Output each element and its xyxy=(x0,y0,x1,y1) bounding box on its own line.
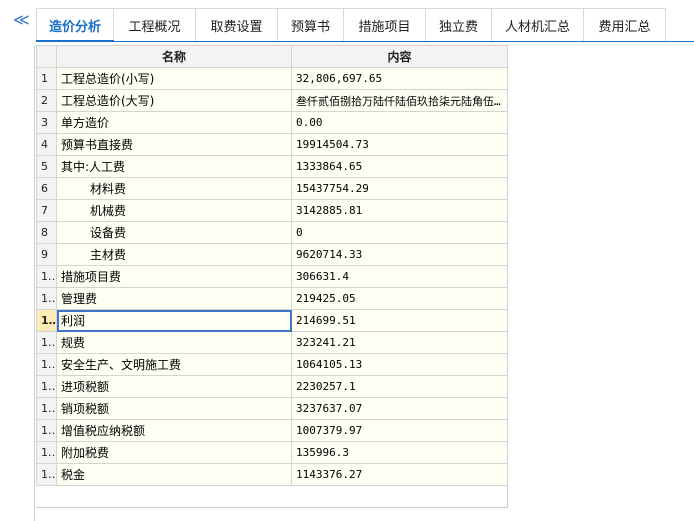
cell-value[interactable]: 0 xyxy=(291,221,508,244)
table-row[interactable]: 3 单方造价 0.00 xyxy=(36,111,508,134)
table-row[interactable]: 11 管理费 219425.05 xyxy=(36,287,508,310)
cell-name[interactable]: 税金 xyxy=(56,463,292,486)
cell-name[interactable]: 工程总造价(大写) xyxy=(56,89,292,112)
top-toolbar: ≪ 造价分析 工程概况 取费设置 预算书 措施项目 独立费 人材机汇总 费用汇总 xyxy=(0,0,694,44)
tab-cost-analysis[interactable]: 造价分析 xyxy=(36,8,114,42)
row-number[interactable]: 3 xyxy=(36,111,57,134)
table-row[interactable]: 4 预算书直接费 19914504.73 xyxy=(36,133,508,156)
row-number[interactable]: 19 xyxy=(36,463,57,486)
cell-value[interactable]: 19914504.73 xyxy=(291,133,508,156)
cell-value[interactable]: 306631.4 xyxy=(291,265,508,288)
cell-name[interactable]: 附加税费 xyxy=(56,441,292,464)
table-row[interactable]: 6 材料费 15437754.29 xyxy=(36,177,508,200)
panel-left-border xyxy=(34,45,35,521)
row-number[interactable]: 4 xyxy=(36,133,57,156)
cost-analysis-grid[interactable]: 名称 内容 1 工程总造价(小写) 32,806,697.65 2 工程总造价(大写) 叁… xyxy=(36,45,508,508)
tab-fee-settings[interactable]: 取费设置 xyxy=(196,8,278,42)
cell-value[interactable]: 15437754.29 xyxy=(291,177,508,200)
cell-value[interactable]: 9620714.33 xyxy=(291,243,508,266)
row-number[interactable]: 16 xyxy=(36,397,57,420)
tab-fee-summary[interactable]: 费用汇总 xyxy=(584,8,666,42)
cell-value[interactable]: 1143376.27 xyxy=(291,463,508,486)
table-row[interactable]: 2 工程总造价(大写) 叁仟贰佰捌拾万陆仟陆佰玖拾柒元陆角伍分 xyxy=(36,89,508,112)
table-row[interactable]: 13 规费 323241.21 xyxy=(36,331,508,354)
table-row[interactable]: 17 增值税应纳税额 1007379.97 xyxy=(36,419,508,442)
tab-labor-material-summary[interactable]: 人材机汇总 xyxy=(492,8,584,42)
table-row[interactable]: 10 措施项目费 306631.4 xyxy=(36,265,508,288)
cell-name[interactable]: 预算书直接费 xyxy=(56,133,292,156)
cell-name[interactable]: 管理费 xyxy=(56,287,292,310)
tab-project-overview[interactable]: 工程概况 xyxy=(114,8,196,42)
grid-body: 1 工程总造价(小写) 32,806,697.65 2 工程总造价(大写) 叁仟贰佰捌拾万… xyxy=(36,67,508,486)
cell-name[interactable]: 其中:人工费 xyxy=(56,155,292,178)
tab-independent-fee[interactable]: 独立费 xyxy=(426,8,492,42)
table-row[interactable]: 18 附加税费 135996.3 xyxy=(36,441,508,464)
table-row[interactable]: 5 其中:人工费 1333864.65 xyxy=(36,155,508,178)
table-row[interactable]: 15 进项税额 2230257.1 xyxy=(36,375,508,398)
table-row[interactable]: 1 工程总造价(小写) 32,806,697.65 xyxy=(36,67,508,90)
grid-table: 名称 内容 1 工程总造价(小写) 32,806,697.65 2 工程总造价(大写) 叁… xyxy=(36,45,508,486)
row-number[interactable]: 5 xyxy=(36,155,57,178)
cell-value[interactable]: 1333864.65 xyxy=(291,155,508,178)
cell-value[interactable]: 叁仟贰佰捌拾万陆仟陆佰玖拾柒元陆角伍分 xyxy=(291,89,508,112)
cell-value[interactable]: 3142885.81 xyxy=(291,199,508,222)
cell-name[interactable]: 措施项目费 xyxy=(56,265,292,288)
row-number[interactable]: 18 xyxy=(36,441,57,464)
table-row[interactable]: 8 设备费 0 xyxy=(36,221,508,244)
tab-baseline xyxy=(114,41,694,42)
cell-name[interactable]: 单方造价 xyxy=(56,111,292,134)
cell-value[interactable]: 2230257.1 xyxy=(291,375,508,398)
row-number[interactable]: 8 xyxy=(36,221,57,244)
row-number[interactable]: 9 xyxy=(36,243,57,266)
cell-name[interactable]: 材料费 xyxy=(56,177,292,200)
cell-value[interactable]: 0.00 xyxy=(291,111,508,134)
table-row[interactable]: 14 安全生产、文明施工费 1064105.13 xyxy=(36,353,508,376)
cell-value[interactable]: 135996.3 xyxy=(291,441,508,464)
column-header-value[interactable]: 内容 xyxy=(291,45,508,68)
row-number[interactable]: 10 xyxy=(36,265,57,288)
row-number-header xyxy=(36,45,57,68)
cell-name[interactable]: 工程总造价(小写) xyxy=(56,67,292,90)
cell-name[interactable]: 进项税额 xyxy=(56,375,292,398)
cell-value[interactable]: 323241.21 xyxy=(291,331,508,354)
cell-value[interactable]: 32,806,697.65 xyxy=(291,67,508,90)
row-number[interactable]: 2 xyxy=(36,89,57,112)
cell-name[interactable]: 设备费 xyxy=(56,221,292,244)
table-row[interactable]: 12 利润 214699.51 xyxy=(36,309,508,332)
grid-header-row: 名称 内容 xyxy=(36,45,508,68)
row-number[interactable]: 1 xyxy=(36,67,57,90)
row-number[interactable]: 7 xyxy=(36,199,57,222)
cell-name[interactable]: 销项税额 xyxy=(56,397,292,420)
row-number[interactable]: 14 xyxy=(36,353,57,376)
table-row[interactable]: 7 机械费 3142885.81 xyxy=(36,199,508,222)
column-header-name[interactable]: 名称 xyxy=(56,45,292,68)
cell-name[interactable]: 机械费 xyxy=(56,199,292,222)
cell-value[interactable]: 219425.05 xyxy=(291,287,508,310)
collapse-double-chevron-icon[interactable]: ≪ xyxy=(13,12,30,28)
cell-name[interactable]: 利润 xyxy=(56,309,292,332)
cell-name[interactable]: 主材费 xyxy=(56,243,292,266)
table-row[interactable]: 9 主材费 9620714.33 xyxy=(36,243,508,266)
table-row[interactable]: 16 销项税额 3237637.07 xyxy=(36,397,508,420)
active-tab-indicator xyxy=(36,40,114,42)
row-number[interactable]: 15 xyxy=(36,375,57,398)
tab-strip: 造价分析 工程概况 取费设置 预算书 措施项目 独立费 人材机汇总 费用汇总 xyxy=(36,8,666,42)
tab-measures[interactable]: 措施项目 xyxy=(344,8,426,42)
row-number[interactable]: 6 xyxy=(36,177,57,200)
cell-value[interactable]: 214699.51 xyxy=(291,309,508,332)
cell-value[interactable]: 1064105.13 xyxy=(291,353,508,376)
cell-name[interactable]: 增值税应纳税额 xyxy=(56,419,292,442)
cell-value[interactable]: 1007379.97 xyxy=(291,419,508,442)
table-row[interactable]: 19 税金 1143376.27 xyxy=(36,463,508,486)
row-number[interactable]: 13 xyxy=(36,331,57,354)
cell-name[interactable]: 规费 xyxy=(56,331,292,354)
cell-value[interactable]: 3237637.07 xyxy=(291,397,508,420)
row-number[interactable]: 12 xyxy=(36,309,57,332)
row-number[interactable]: 17 xyxy=(36,419,57,442)
tab-budget[interactable]: 预算书 xyxy=(278,8,344,42)
row-number[interactable]: 11 xyxy=(36,287,57,310)
cell-name[interactable]: 安全生产、文明施工费 xyxy=(56,353,292,376)
